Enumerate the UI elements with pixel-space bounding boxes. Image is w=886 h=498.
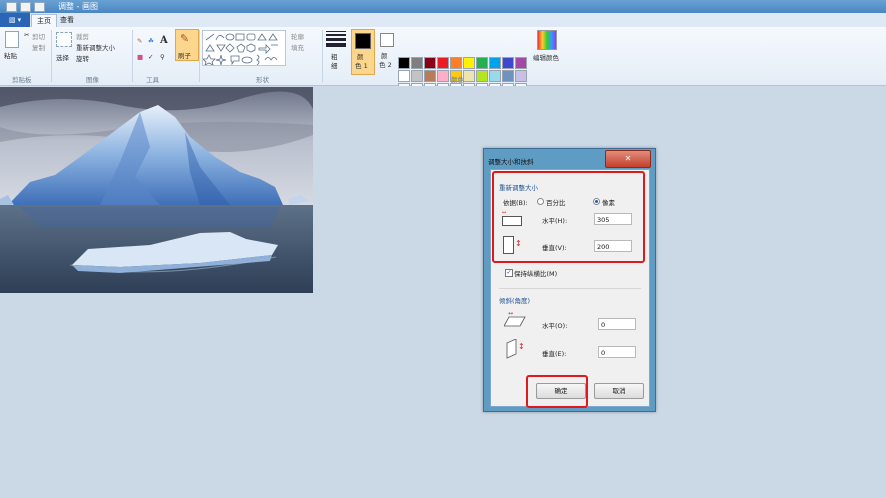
tab-home[interactable]: 主页 — [31, 14, 57, 28]
palette-swatch[interactable] — [502, 57, 514, 69]
shapes-group-label: 形状 — [256, 76, 269, 84]
color1-button[interactable]: 颜 色 1 — [351, 29, 375, 75]
size-label-2[interactable]: 细 — [331, 60, 338, 70]
palette-swatch[interactable] — [398, 57, 410, 69]
ribbon: 粘贴 ✂ 剪切 复制 剪贴板 选择 裁剪 重新调整大小 旋转 图像 ✎ ☘ A … — [0, 27, 886, 95]
dialog-title: 调整大小和扶斜 — [488, 158, 534, 166]
select-label[interactable]: 选择 — [56, 52, 69, 62]
palette-swatch[interactable] — [437, 70, 449, 82]
brush-icon: ✎ — [180, 32, 190, 45]
quick-access-save-icon[interactable] — [6, 2, 17, 12]
palette-swatch[interactable] — [476, 70, 488, 82]
palette-swatch[interactable] — [515, 57, 527, 69]
palette-swatch[interactable] — [502, 70, 514, 82]
skew-horizontal-input[interactable]: 0 — [598, 318, 636, 330]
palette-swatch[interactable] — [424, 57, 436, 69]
divider — [322, 30, 323, 82]
palette-swatch[interactable] — [489, 57, 501, 69]
palette-swatch[interactable] — [450, 57, 462, 69]
divider — [199, 30, 200, 82]
shapes-icons — [202, 33, 278, 66]
shapes-gallery[interactable] — [202, 30, 286, 66]
tab-view[interactable]: 查看 — [55, 14, 79, 27]
cut-icon[interactable]: ✂ — [24, 31, 29, 39]
crop-label[interactable]: 裁剪 — [76, 31, 89, 41]
vertical-skew-icon: ↕ — [506, 339, 526, 359]
skew-section-title: 倾斜(角度) — [499, 297, 531, 305]
paste-icon[interactable] — [5, 31, 19, 48]
quick-access-undo-icon[interactable] — [20, 2, 31, 12]
palette-swatch[interactable] — [424, 70, 436, 82]
tools-group-label: 工具 — [146, 76, 159, 84]
fill-label[interactable]: 填充 — [291, 42, 304, 52]
outline-label[interactable]: 轮廓 — [291, 31, 304, 41]
pencil-icon[interactable]: ✎ — [137, 37, 142, 45]
window-title: 调整 - 画图 — [58, 2, 98, 11]
dialog-close-button[interactable]: ✕ — [605, 150, 651, 168]
select-icon[interactable] — [56, 32, 72, 47]
text-tool-icon[interactable]: A — [160, 35, 168, 46]
color2-label-line2[interactable]: 色 2 — [379, 59, 392, 69]
brushes-label: 刷子 — [178, 52, 191, 60]
color-picker-icon[interactable]: ✓ — [148, 53, 153, 61]
iceberg-image-art — [0, 87, 313, 293]
fill-icon[interactable]: ☘ — [148, 37, 154, 45]
cut-label[interactable]: 剪切 — [32, 31, 45, 41]
color2-swatch[interactable] — [380, 33, 394, 47]
palette-swatch[interactable] — [463, 70, 475, 82]
skew-horizontal-label: 水平(O): — [542, 322, 568, 330]
skew-vertical-label: 垂直(E): — [542, 350, 567, 358]
title-bar: 调整 - 画图 — [0, 0, 886, 13]
color1-label-line2: 色 1 — [355, 62, 368, 70]
image-group-label: 图像 — [86, 76, 99, 84]
edit-colors-icon[interactable] — [537, 30, 557, 50]
magnifier-icon[interactable]: ⚲ — [160, 53, 165, 61]
color1-swatch — [355, 33, 371, 49]
resize-label[interactable]: 重新调整大小 — [76, 42, 115, 52]
clipboard-group-label: 剪贴板 — [12, 76, 32, 84]
file-menu-icon: ▧ ▾ — [8, 16, 22, 24]
section-divider — [499, 288, 641, 289]
palette-swatch[interactable] — [411, 57, 423, 69]
close-icon: ✕ — [624, 154, 632, 163]
copy-label[interactable]: 复制 — [32, 42, 45, 52]
highlight-resize-section — [492, 171, 645, 263]
palette-swatch[interactable] — [411, 70, 423, 82]
rotate-label[interactable]: 旋转 — [76, 53, 89, 63]
palette-swatch[interactable] — [515, 70, 527, 82]
keep-ratio-checkbox[interactable]: ✓ — [505, 269, 513, 277]
skew-vertical-input[interactable]: 0 — [598, 346, 636, 358]
palette-swatch[interactable] — [398, 70, 410, 82]
size-icon[interactable] — [326, 31, 346, 47]
brushes-button[interactable]: ✎ 刷子 — [175, 29, 199, 61]
highlight-ok-button — [526, 375, 588, 408]
ribbon-tab-row: ▧ ▾ 主页 查看 — [0, 13, 886, 28]
horizontal-skew-icon: ↔ — [504, 310, 526, 327]
quick-access-redo-icon[interactable] — [34, 2, 45, 12]
cancel-button[interactable]: 取消 — [594, 383, 644, 399]
edit-colors-label[interactable]: 编辑颜色 — [533, 52, 559, 62]
colors-group-label: 颜色 — [451, 76, 464, 84]
palette-swatch[interactable] — [476, 57, 488, 69]
divider — [51, 30, 52, 82]
paste-label[interactable]: 粘贴 — [4, 50, 17, 60]
palette-swatch[interactable] — [437, 57, 449, 69]
palette-swatch[interactable] — [489, 70, 501, 82]
keep-ratio-label[interactable]: 保持纵横比(M) — [514, 268, 557, 278]
palette-swatch[interactable] — [463, 57, 475, 69]
eraser-icon[interactable]: ■ — [137, 53, 143, 61]
divider — [132, 30, 133, 82]
file-menu-button[interactable]: ▧ ▾ — [0, 13, 30, 27]
iceberg-image[interactable] — [0, 87, 313, 293]
